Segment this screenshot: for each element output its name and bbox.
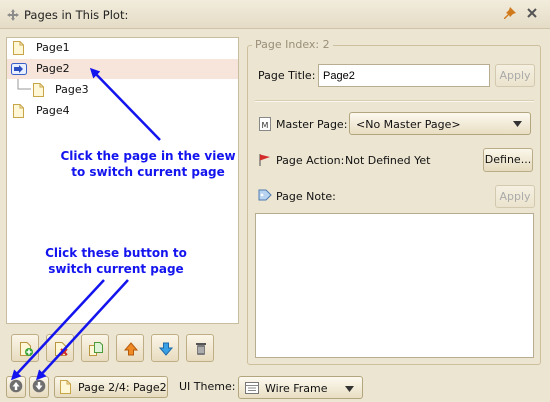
pin-icon[interactable] <box>503 7 517 21</box>
master-page-value: <No Master Page> <box>356 118 461 131</box>
page-icon <box>33 83 44 97</box>
tree-item-page4[interactable]: Page4 <box>7 101 238 121</box>
button-hint-line2: switch current page <box>48 262 184 276</box>
separator <box>255 100 534 102</box>
move-page-up-button[interactable] <box>116 334 144 362</box>
page-note-label: Page Note: <box>276 190 336 203</box>
window-title: Pages in This Plot: <box>24 8 129 22</box>
page-icon <box>60 380 71 394</box>
delete-page-button[interactable] <box>46 334 74 362</box>
page-indicator-button[interactable]: Page 2/4: Page2 <box>54 376 168 398</box>
tree-item-page1[interactable]: Page1 <box>7 38 238 58</box>
copy-page-button[interactable] <box>81 334 109 362</box>
view-hint-line1: Click the page in the view <box>60 149 236 163</box>
page-action-icon <box>259 154 270 166</box>
tree-item-label: Page4 <box>36 104 70 117</box>
page-title-input[interactable] <box>318 64 490 87</box>
page-index-label: Page Index: 2 <box>252 38 333 51</box>
move-up-icon <box>123 342 139 356</box>
copy-page-icon <box>89 342 103 356</box>
page-action-label: Page Action: <box>276 154 345 167</box>
move-handle-icon[interactable] <box>7 9 19 21</box>
move-down-icon <box>158 342 174 356</box>
tree-item-label: Page1 <box>36 41 70 54</box>
page-icon <box>13 41 24 55</box>
next-page-button[interactable] <box>29 376 49 398</box>
chevron-down-icon <box>345 386 354 392</box>
apply-note-button[interactable]: Apply <box>495 185 535 208</box>
button-hint-annotation: Click these button to switch current pag… <box>38 245 194 277</box>
apply-title-button[interactable]: Apply <box>495 64 535 87</box>
window-title-bar: Pages in This Plot: <box>0 0 550 29</box>
page-indicator-text: Page 2/4: Page2 <box>78 381 167 394</box>
page-icon <box>13 104 24 118</box>
chevron-down-icon <box>513 121 522 127</box>
previous-page-button[interactable] <box>6 376 26 398</box>
theme-icon <box>245 382 259 394</box>
ui-theme-select[interactable]: Wire Frame <box>238 376 363 399</box>
tree-item-page2[interactable]: Page2 <box>7 59 238 79</box>
page-title-label: Page Title: <box>258 69 316 82</box>
trash-button[interactable] <box>186 334 214 362</box>
page-note-textarea[interactable] <box>255 213 534 358</box>
define-action-button[interactable]: Define... <box>483 148 533 172</box>
page-action-value: Not Defined Yet <box>345 154 431 167</box>
master-page-icon: M <box>259 117 271 131</box>
arrow-up-icon <box>9 379 23 393</box>
trash-icon <box>196 343 206 355</box>
page-tree-view[interactable]: Page1 Page2 Page3 Page4 <box>6 37 239 324</box>
master-page-label: Master Page: <box>276 118 348 131</box>
current-page-arrow-icon <box>11 63 27 75</box>
master-page-select[interactable]: <No Master Page> <box>349 112 531 135</box>
add-page-button[interactable] <box>11 334 39 362</box>
tree-item-page3[interactable]: Page3 <box>7 80 238 100</box>
ui-theme-value: Wire Frame <box>265 382 328 395</box>
page-note-icon <box>258 189 272 201</box>
svg-text:M: M <box>262 121 269 130</box>
add-page-icon <box>20 342 33 356</box>
arrow-down-icon <box>32 379 46 393</box>
view-hint-line2: to switch current page <box>71 165 225 179</box>
ui-theme-label: UI Theme: <box>179 380 236 393</box>
button-hint-line1: Click these button to <box>45 246 187 260</box>
close-icon[interactable] <box>524 5 540 21</box>
delete-page-icon <box>55 342 68 356</box>
tree-item-label: Page3 <box>55 83 89 96</box>
move-page-down-button[interactable] <box>151 334 179 362</box>
view-hint-annotation: Click the page in the view to switch cur… <box>52 148 244 180</box>
tree-item-label: Page2 <box>36 62 70 75</box>
